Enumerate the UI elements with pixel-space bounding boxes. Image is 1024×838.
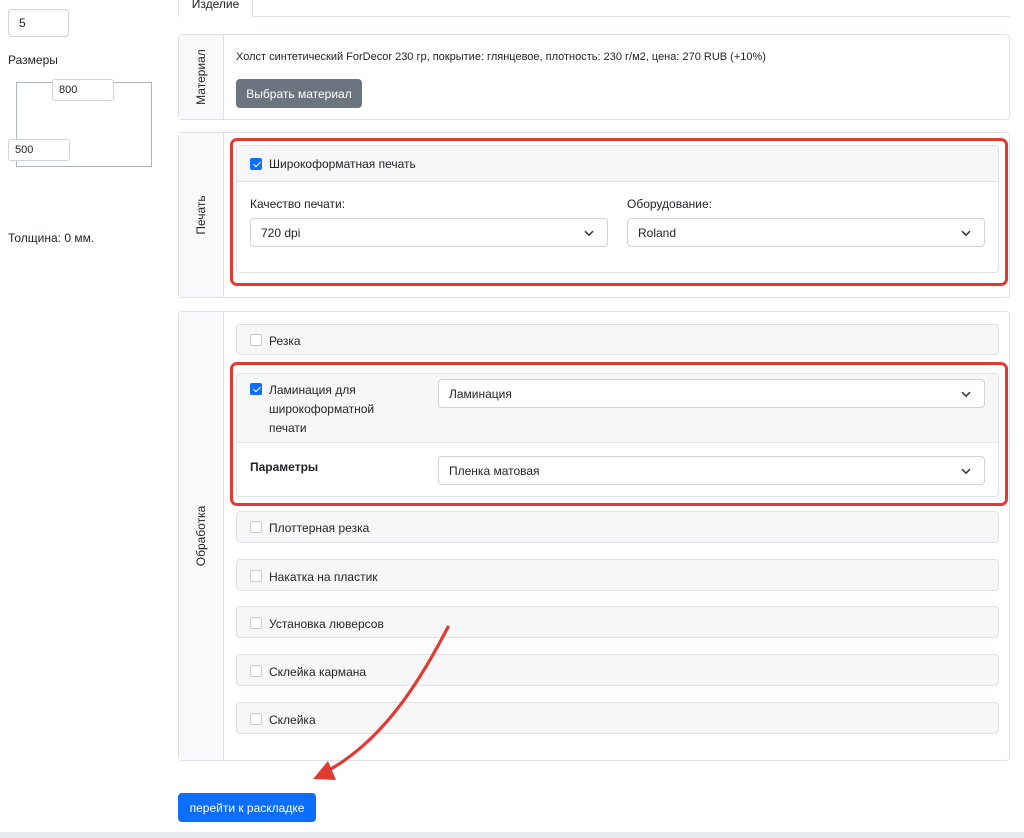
- bottom-strip: [0, 832, 1024, 838]
- quantity-input[interactable]: [8, 9, 69, 37]
- width-input[interactable]: [52, 79, 114, 101]
- tab-product[interactable]: Изделие: [178, 0, 253, 17]
- size-box-bottom: [16, 166, 152, 167]
- material-description: Холст синтетический ForDecor 230 гр, пок…: [236, 51, 766, 63]
- plastic-mounting-card[interactable]: Накатка на пластик: [236, 559, 999, 591]
- cutting-checkbox[interactable]: [250, 334, 262, 346]
- plastic-mounting-label: Накатка на пластик: [269, 570, 378, 584]
- tab-bar-divider: [178, 16, 1010, 17]
- gluing-checkbox[interactable]: [250, 713, 262, 725]
- pocket-gluing-checkbox[interactable]: [250, 665, 262, 677]
- size-box-right: [151, 82, 152, 167]
- print-legend: Печать: [179, 133, 224, 297]
- grommets-checkbox[interactable]: [250, 617, 262, 629]
- processing-legend: Обработка: [179, 312, 224, 760]
- thickness-text: Толщина: 0 мм.: [8, 231, 95, 245]
- print-highlight-box: [230, 138, 1008, 286]
- plotter-cutting-card[interactable]: Плоттерная резка: [236, 511, 999, 543]
- material-legend-text: Материал: [194, 49, 208, 105]
- go-to-layout-button[interactable]: перейти к раскладке: [178, 793, 316, 822]
- plotter-cutting-checkbox[interactable]: [250, 521, 262, 533]
- choose-material-button[interactable]: Выбрать материал: [236, 79, 362, 108]
- material-legend: Материал: [179, 35, 224, 119]
- lamination-highlight-box: [230, 362, 1008, 506]
- cutting-label: Резка: [269, 334, 301, 348]
- processing-legend-text: Обработка: [194, 505, 208, 567]
- print-legend-text: Печать: [194, 195, 208, 235]
- plastic-mounting-checkbox[interactable]: [250, 570, 262, 582]
- material-section: Материал Холст синтетический ForDecor 23…: [178, 34, 1010, 120]
- plotter-cutting-label: Плоттерная резка: [269, 521, 370, 535]
- sizes-label: Размеры: [8, 53, 58, 67]
- curved-arrow-icon: [313, 625, 450, 780]
- cutting-card[interactable]: Резка: [236, 324, 999, 355]
- height-input[interactable]: [8, 139, 70, 161]
